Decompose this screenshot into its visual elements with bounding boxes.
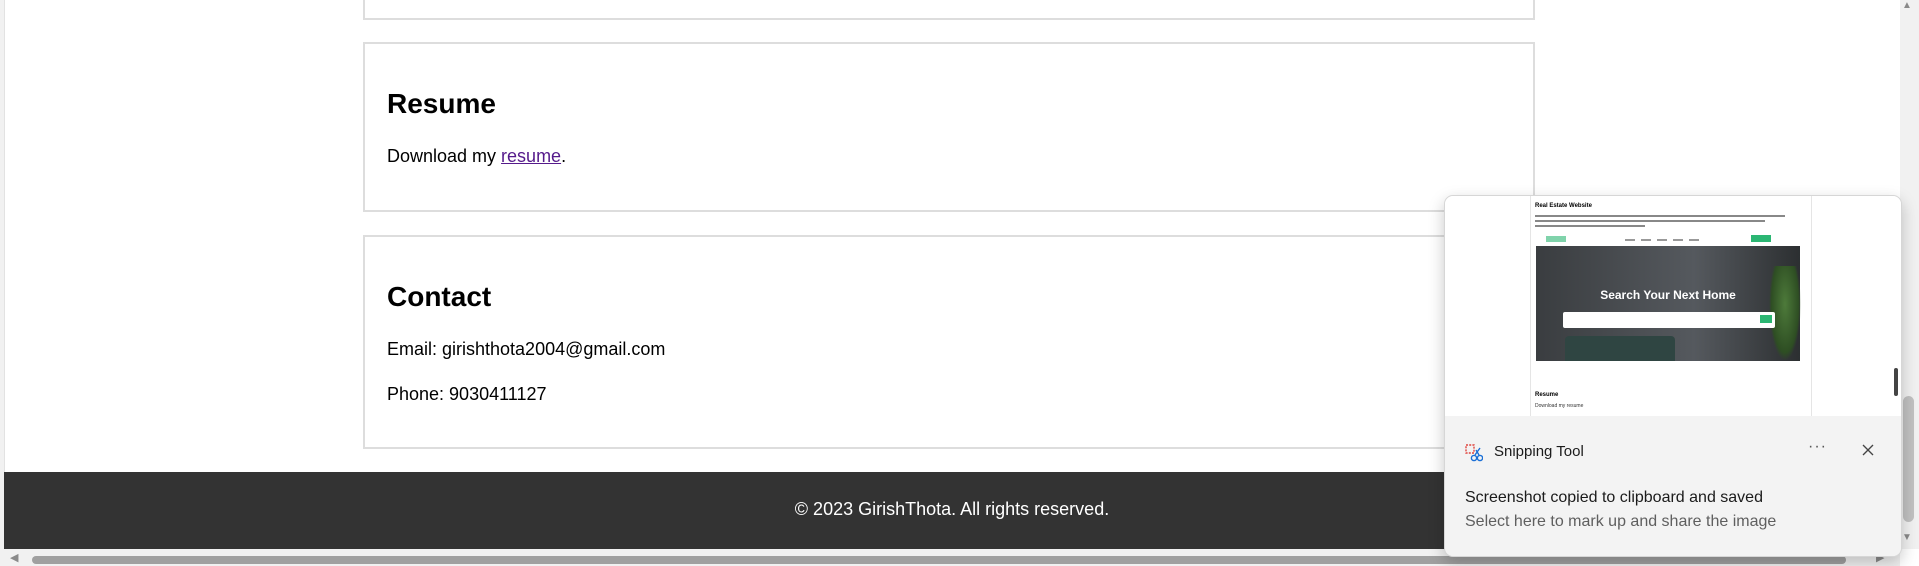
resume-text: Download my resume. (387, 146, 566, 167)
preview-resume-text: Download my resume (1535, 403, 1584, 409)
notification-body[interactable] (1445, 416, 1901, 556)
more-options-icon[interactable]: ··· (1808, 438, 1827, 456)
preview-hero-text: Search Your Next Home (1600, 288, 1736, 302)
preview-search-button (1760, 315, 1772, 323)
preview-scrollbar (1894, 368, 1898, 396)
preview-nav-item (1625, 239, 1635, 241)
previous-section (363, 0, 1535, 20)
preview-nav-item (1641, 239, 1651, 241)
vertical-scrollbar-thumb[interactable] (1903, 396, 1914, 522)
preview-nav-item (1673, 239, 1683, 241)
scroll-down-arrow-icon[interactable]: ▼ (1902, 532, 1912, 543)
scroll-left-arrow-icon[interactable]: ◀ (10, 551, 18, 564)
preview-text-line (1535, 220, 1765, 222)
snipping-tool-icon (1465, 444, 1483, 462)
contact-phone: Phone: 9030411127 (387, 384, 547, 404)
notification-message: Screenshot copied to clipboard and saved (1465, 489, 1763, 506)
preview-sofa (1565, 336, 1675, 361)
preview-logo (1546, 236, 1566, 242)
resume-text-after: . (561, 146, 567, 166)
resume-text-before: Download my (387, 146, 502, 166)
preview-nav-button (1751, 235, 1771, 242)
page-left-edge (0, 0, 5, 549)
contact-email: Email: girishthota2004@gmail.com (387, 339, 666, 359)
preview-nav-item (1657, 239, 1667, 241)
horizontal-scrollbar-thumb[interactable] (32, 556, 1846, 564)
snipping-tool-notification[interactable]: Real Estate Website Search Your Next Hom… (1444, 195, 1902, 557)
preview-title: Real Estate Website (1535, 203, 1592, 209)
screenshot-preview[interactable]: Real Estate Website Search Your Next Hom… (1445, 196, 1901, 416)
resume-heading: Resume (387, 88, 496, 119)
preview-nav-item (1689, 239, 1699, 241)
resume-section: Resume Download my resume. (363, 42, 1535, 212)
notification-sub-message: Select here to mark up and share the ima… (1465, 513, 1777, 530)
notification-app-name: Snipping Tool (1494, 443, 1584, 460)
preview-search-bar (1563, 312, 1775, 328)
preview-text-line (1535, 225, 1645, 227)
preview-text-line (1535, 215, 1785, 217)
preview-resume-heading: Resume (1535, 392, 1559, 398)
resume-link[interactable]: resume (501, 146, 561, 166)
close-icon[interactable] (1860, 442, 1876, 458)
contact-heading: Contact (387, 281, 492, 312)
scroll-up-arrow-icon[interactable]: ▲ (1902, 0, 1912, 11)
contact-section: Contact Email: girishthota2004@gmail.com… (363, 235, 1535, 449)
